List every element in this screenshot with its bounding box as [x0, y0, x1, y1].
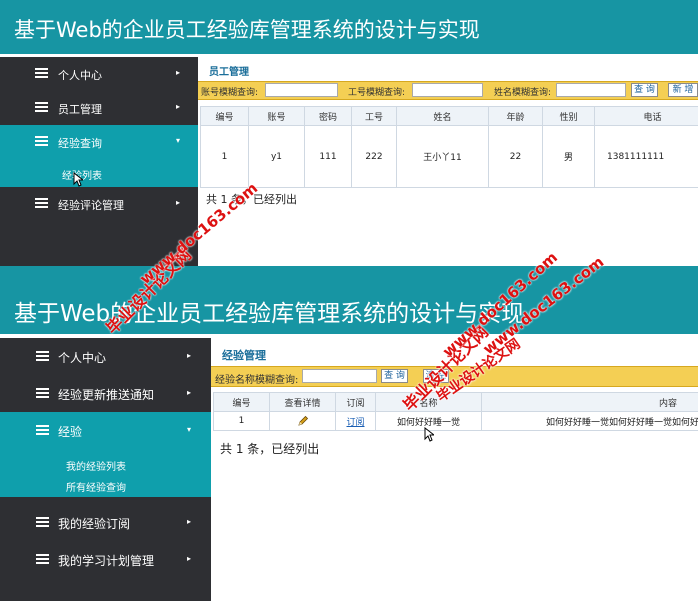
chevron-right-icon: ▸ [187, 351, 192, 360]
sidebar-item-label: 经验 [58, 425, 83, 439]
sidebar-item-push-notifications[interactable]: 经验更新推送通知 ▸ [0, 375, 211, 412]
sidebar-item-label: 我的学习计划管理 [58, 554, 155, 568]
mouse-cursor-icon [73, 172, 83, 187]
table-cell: 22 [488, 125, 543, 188]
column-header: 账号 [248, 106, 305, 126]
chevron-right-icon: ▸ [176, 102, 181, 111]
pencil-icon[interactable] [297, 415, 309, 427]
sidebar-item-label: 我的经验订阅 [58, 517, 131, 531]
sidebar-item-label: 员工管理 [58, 103, 102, 116]
column-header: 查看详情 [269, 392, 336, 412]
column-header: 密码 [304, 106, 352, 126]
number-search-label: 工号模糊查询: [348, 88, 406, 98]
employee-table: 编号 账号 密码 工号 姓名 年龄 性别 电话 1 y1 111 222 王小丫… [200, 106, 698, 188]
sidebar-item-comment-management[interactable]: 经验评论管理 ▸ [0, 187, 198, 221]
chevron-down-icon: ▾ [176, 136, 181, 145]
account-search-input[interactable] [265, 83, 338, 97]
submenu-item-my-experience-list[interactable]: 我的经验列表 [66, 458, 126, 473]
column-header: 工号 [351, 106, 397, 126]
employee-screen: 基于Web的企业员工经验库管理系统的设计与实现 个人中心 ▸ 员工管理 ▸ 经验… [0, 0, 698, 266]
stack-icon [36, 554, 49, 564]
account-search-label: 账号模糊查询: [201, 88, 259, 98]
table-cell: y1 [248, 125, 305, 188]
chevron-down-icon: ▾ [187, 425, 192, 434]
sidebar-item-study-plan[interactable]: 我的学习计划管理 ▸ [0, 541, 211, 578]
app-title: 基于Web的企业员工经验库管理系统的设计与实现 [14, 301, 525, 327]
table-cell: 1381111111 [594, 125, 698, 188]
table-row: 1 y1 111 222 王小丫11 22 男 1381111111 [200, 125, 698, 188]
name-search-input[interactable] [556, 83, 626, 97]
stack-icon [35, 136, 48, 146]
table-header-row: 编号 账号 密码 工号 姓名 年龄 性别 电话 [200, 106, 698, 126]
query-button[interactable]: 查 询 [631, 83, 658, 97]
sidebar-item-my-subscriptions[interactable]: 我的经验订阅 ▸ [0, 504, 211, 541]
table-cell: 如何好好睡一觉如何好好睡一觉如何好好睡 [481, 411, 698, 431]
sidebar-item-label: 个人中心 [58, 69, 102, 82]
sidebar-item-experience[interactable]: 经验 ▾ [0, 412, 211, 449]
search-bar: 账号模糊查询: 工号模糊查询: 姓名模糊查询: 查 询 新 增 [198, 81, 698, 100]
app-title: 基于Web的企业员工经验库管理系统的设计与实现 [14, 18, 480, 42]
sidebar: 个人中心 ▸ 员工管理 ▸ 经验查询 ▾ 经验列表 经验评论管理 ▸ [0, 57, 198, 266]
chevron-right-icon: ▸ [187, 554, 192, 563]
column-header: 订阅 [335, 392, 376, 412]
column-header: 编号 [213, 392, 270, 412]
table-cell: 订阅 [335, 411, 376, 431]
section-title: 员工管理 [209, 67, 249, 78]
stack-icon [36, 351, 49, 361]
sidebar-item-label: 个人中心 [58, 351, 107, 365]
column-header: 编号 [200, 106, 249, 126]
chevron-right-icon: ▸ [176, 198, 181, 207]
name-search-label: 姓名模糊查询: [494, 88, 552, 98]
chevron-right-icon: ▸ [187, 388, 192, 397]
sidebar-item-label: 经验查询 [58, 137, 102, 150]
submenu-item-all-experience-query[interactable]: 所有经验查询 [66, 479, 126, 494]
stack-icon [36, 517, 49, 527]
app-banner: 基于Web的企业员工经验库管理系统的设计与实现 [0, 0, 698, 54]
table-cell: 111 [304, 125, 352, 188]
sidebar: 个人中心 ▸ 经验更新推送通知 ▸ 经验 ▾ 我的经验列表 所有经验查询 我的经… [0, 338, 211, 601]
table-cell: 1 [213, 411, 270, 431]
stack-icon [35, 102, 48, 112]
column-header: 年龄 [488, 106, 543, 126]
sidebar-item-personal-center[interactable]: 个人中心 ▸ [0, 57, 198, 91]
experience-name-search-input[interactable] [302, 369, 377, 383]
stack-icon [36, 388, 49, 398]
table-row: 1 订阅 如何好好睡一觉 如何好好睡一觉如何好好睡一觉如何好好睡 [213, 411, 698, 431]
table-cell: 王小丫11 [396, 125, 489, 188]
view-detail-cell[interactable] [269, 411, 336, 431]
table-cell: 222 [351, 125, 397, 188]
experience-name-search-label: 经验名称模糊查询: [215, 375, 299, 386]
number-search-input[interactable] [412, 83, 483, 97]
submenu: 经验列表 [0, 159, 198, 187]
stack-icon [36, 425, 49, 435]
stack-icon [35, 198, 48, 208]
add-button[interactable]: 新 增 [668, 83, 698, 97]
table-cell: 男 [542, 125, 595, 188]
sidebar-item-employee-management[interactable]: 员工管理 ▸ [0, 91, 198, 125]
column-header: 性别 [542, 106, 595, 126]
mouse-cursor-icon [424, 427, 434, 442]
chevron-right-icon: ▸ [176, 68, 181, 77]
sidebar-item-label: 经验评论管理 [58, 199, 124, 212]
section-title: 经验管理 [222, 349, 266, 362]
record-count: 共 1 条，已经列出 [220, 442, 320, 456]
sidebar-item-label: 经验更新推送通知 [58, 388, 155, 402]
column-header: 内容 [481, 392, 698, 412]
submenu: 我的经验列表 所有经验查询 [0, 449, 211, 497]
chevron-right-icon: ▸ [187, 517, 192, 526]
stack-icon [35, 68, 48, 78]
column-header: 电话 [594, 106, 698, 126]
table-cell: 1 [200, 125, 249, 188]
query-button[interactable]: 查 询 [381, 369, 408, 383]
subscribe-link[interactable]: 订阅 [346, 418, 364, 428]
column-header: 姓名 [396, 106, 489, 126]
sidebar-item-personal-center[interactable]: 个人中心 ▸ [0, 338, 211, 375]
main-content: 员工管理 账号模糊查询: 工号模糊查询: 姓名模糊查询: 查 询 新 增 编号 … [198, 57, 698, 266]
sidebar-item-experience-query[interactable]: 经验查询 ▾ [0, 125, 198, 159]
